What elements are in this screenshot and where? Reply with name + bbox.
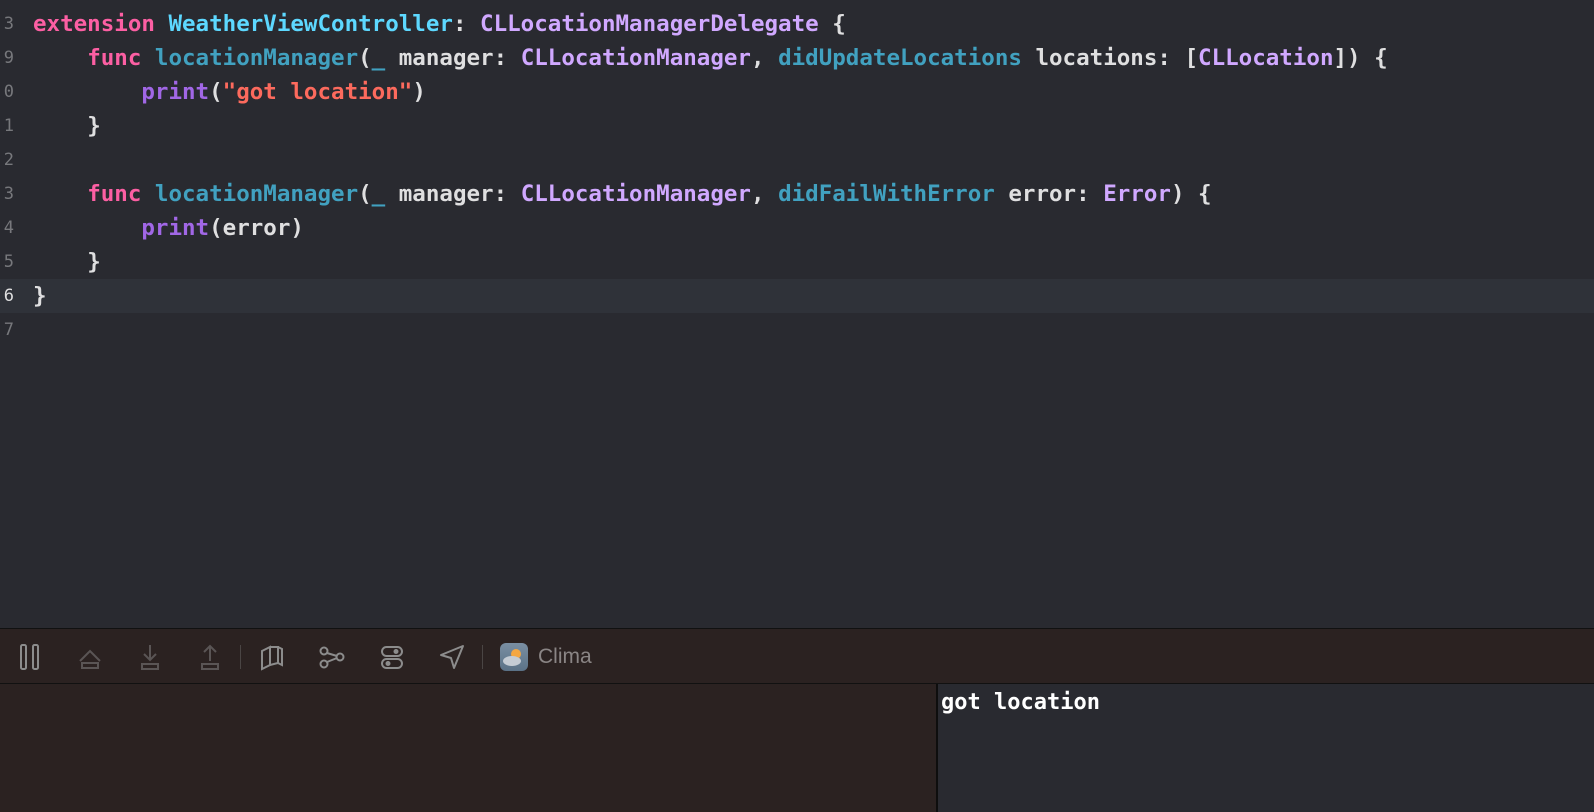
code-line[interactable]: 2 [0, 143, 1594, 177]
console-output: got location [941, 690, 1100, 715]
code-text: func locationManager(_ manager: CLLocati… [87, 45, 1388, 71]
environment-overrides-icon[interactable] [374, 639, 410, 675]
step-into-icon[interactable] [132, 639, 168, 675]
current-code-line[interactable]: 6 } [0, 279, 1594, 313]
code-text: func locationManager(_ manager: CLLocati… [87, 181, 1212, 207]
debug-bar: Clima [0, 628, 1594, 684]
code-line[interactable]: 4 print(error) [0, 211, 1594, 245]
code-line[interactable]: 3 extension WeatherViewController: CLLoc… [0, 7, 1594, 41]
view-hierarchy-icon[interactable] [254, 639, 290, 675]
console-view[interactable]: got location [938, 684, 1594, 812]
code-text: print(error) [141, 215, 304, 241]
code-text: } [87, 113, 101, 139]
code-line[interactable]: 0 print("got location") [0, 75, 1594, 109]
code-line[interactable]: 7 [0, 313, 1594, 347]
code-text: } [33, 283, 47, 309]
code-text: print("got location") [141, 79, 426, 105]
toolbar-separator [482, 645, 483, 669]
pause-icon[interactable] [12, 639, 48, 675]
line-number: 4 [3, 218, 14, 238]
line-number: 2 [3, 150, 14, 170]
weather-app-icon [500, 643, 528, 671]
step-out-icon[interactable] [192, 639, 228, 675]
line-number: 6 [3, 286, 14, 306]
location-icon[interactable] [434, 639, 470, 675]
code-line[interactable]: 5 } [0, 245, 1594, 279]
scheme-name: Clima [538, 645, 592, 668]
line-number: 3 [3, 14, 14, 34]
line-number: 0 [3, 82, 14, 102]
line-number: 3 [3, 184, 14, 204]
line-number: 7 [3, 320, 14, 340]
scheme-selector[interactable]: Clima [500, 642, 592, 672]
memory-graph-icon[interactable] [314, 639, 350, 675]
step-over-icon[interactable] [72, 639, 108, 675]
code-line[interactable]: 9 func locationManager(_ manager: CLLoca… [0, 41, 1594, 75]
toolbar-separator [240, 645, 241, 669]
line-number: 1 [3, 116, 14, 136]
code-line[interactable]: 3 func locationManager(_ manager: CLLoca… [0, 177, 1594, 211]
code-line[interactable]: 1 } [0, 109, 1594, 143]
code-editor[interactable]: 3 extension WeatherViewController: CLLoc… [0, 0, 1594, 628]
code-text: } [87, 249, 101, 275]
line-number: 5 [3, 252, 14, 272]
line-number: 9 [3, 48, 14, 68]
variables-view[interactable] [0, 684, 936, 812]
code-text: extension WeatherViewController: CLLocat… [33, 11, 846, 37]
